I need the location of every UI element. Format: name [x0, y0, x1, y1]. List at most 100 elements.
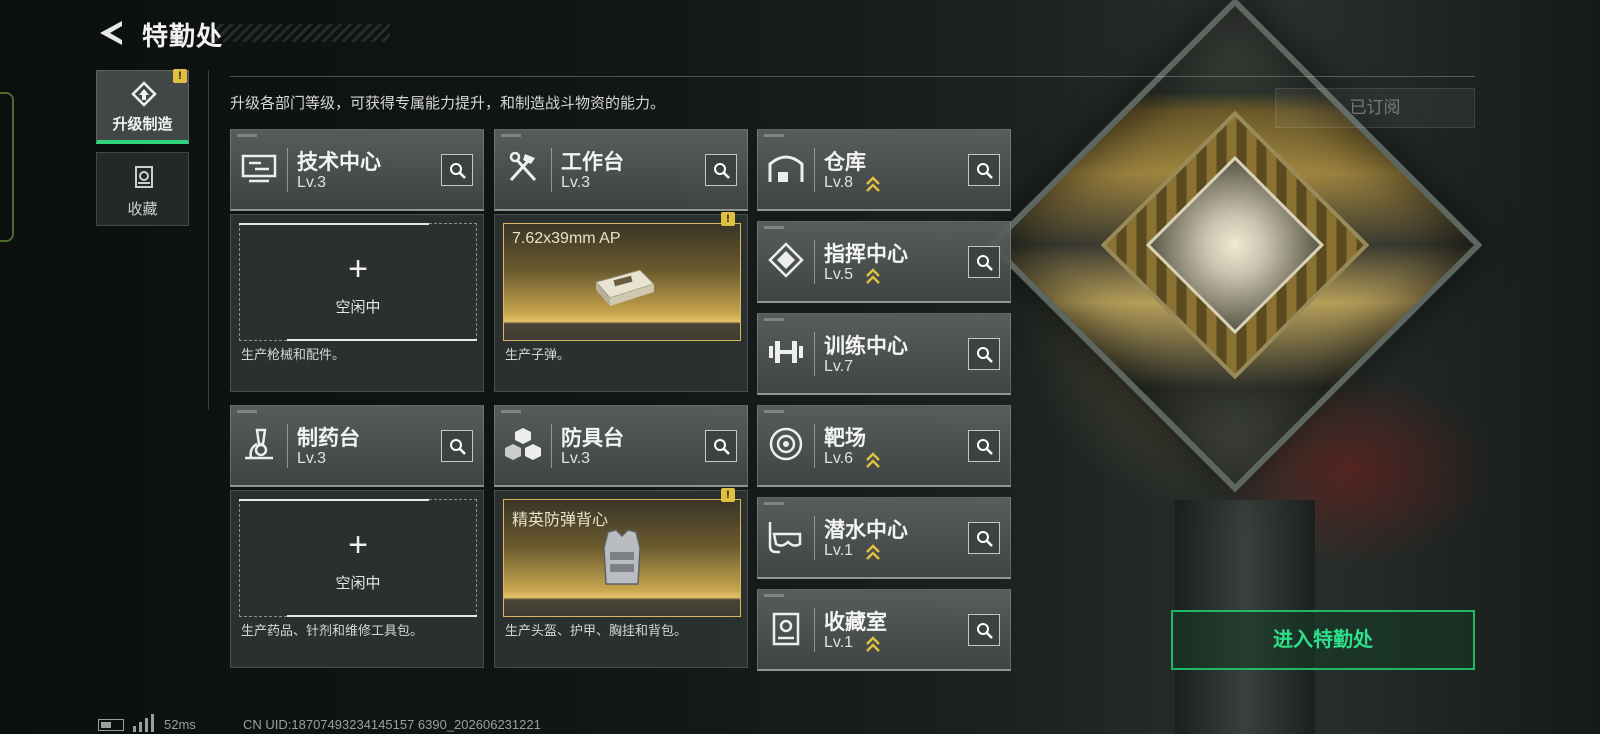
idle-production-slot[interactable]: + 空闲中 [239, 223, 477, 341]
slot-border-accent [287, 339, 477, 341]
dept-level: Lv.3 [561, 450, 591, 467]
dept-name: 工作台 [561, 151, 624, 174]
inspect-button[interactable] [441, 154, 473, 186]
dept-name: 靶场 [824, 427, 866, 450]
warning-badge: ! [721, 212, 735, 226]
body-armor-icon [603, 529, 641, 585]
idle-status: 空闲中 [335, 299, 381, 316]
card-separator [287, 424, 288, 468]
inspect-button[interactable] [968, 614, 1000, 646]
back-arrow-icon[interactable] [96, 18, 126, 48]
search-icon [450, 439, 466, 455]
card-decoration [764, 134, 784, 137]
ammo-box-icon [595, 269, 655, 306]
edge-bracket [0, 92, 14, 242]
add-icon: + [348, 250, 368, 288]
dept-name: 制药台 [297, 427, 360, 450]
inspect-button[interactable] [441, 430, 473, 462]
inspect-button[interactable] [968, 522, 1000, 554]
card-decoration [764, 502, 784, 505]
dept-level: Lv.1 [824, 634, 854, 651]
subscribed-label: 已订阅 [1275, 88, 1475, 128]
dept-card-workbench[interactable]: 工作台 Lv.3 [494, 129, 748, 211]
upgrade-available-icon [866, 636, 880, 652]
dept-card-training-center[interactable]: 训练中心 Lv.7 [757, 313, 1011, 395]
battery-icon [98, 719, 124, 731]
title-decoration [210, 24, 390, 42]
dept-level: Lv.3 [297, 450, 327, 467]
search-icon [977, 439, 993, 455]
search-icon [977, 255, 993, 271]
dept-card-diving-center[interactable]: 潜水中心 Lv.1 [757, 497, 1011, 579]
dept-name: 收藏室 [824, 611, 887, 634]
dept-level: Lv.1 [824, 542, 854, 559]
production-panel-armor: 精英防弹背心 ! 生产头盔、护甲、胸挂和背包。 [494, 488, 748, 668]
inspect-button[interactable] [968, 154, 1000, 186]
card-separator [814, 240, 815, 284]
dept-level: Lv.5 [824, 266, 854, 283]
page-title: 特勤处 [142, 21, 224, 51]
tab-upgrade-craft[interactable]: 升级制造 ! [96, 69, 189, 144]
dept-card-armor-bench[interactable]: 防具台 Lv.3 [494, 405, 748, 487]
dept-card-collection-room[interactable]: 收藏室 Lv.1 [757, 589, 1011, 671]
diving-center-icon [768, 522, 802, 554]
search-icon [977, 531, 993, 547]
production-panel-tech: + 空闲中 生产枪械和配件。 [230, 214, 484, 392]
warning-badge: ! [173, 69, 187, 83]
dept-card-shooting-range[interactable]: 靶场 Lv.6 [757, 405, 1011, 487]
crafting-item-slot[interactable]: 精英防弹背心 [503, 499, 741, 617]
collection-room-icon [772, 612, 800, 646]
training-center-icon [769, 341, 803, 363]
user-uid: CN UID:18707493234145157 6390_2026062312… [243, 717, 541, 732]
upgrade-available-icon [866, 452, 880, 468]
tab-collection[interactable]: 收藏 [96, 152, 189, 226]
dept-level: Lv.7 [824, 358, 854, 375]
slot-border-accent [239, 223, 429, 225]
inspect-button[interactable] [705, 430, 737, 462]
crafting-item-name: 7.62x39mm AP [512, 230, 621, 247]
search-icon [714, 439, 730, 455]
card-decoration [237, 134, 257, 137]
card-separator [814, 424, 815, 468]
tab-upgrade-craft-label: 升级制造 [112, 116, 173, 133]
search-icon [714, 163, 730, 179]
upgrade-available-icon [866, 544, 880, 560]
upgrade-available-icon [866, 268, 880, 284]
dept-name: 训练中心 [824, 335, 908, 358]
command-center-icon [768, 242, 804, 278]
tab-collection-label: 收藏 [127, 201, 158, 218]
dept-card-command-center[interactable]: 指挥中心 Lv.5 [757, 221, 1011, 303]
inspect-button[interactable] [968, 246, 1000, 278]
card-separator [287, 148, 288, 192]
idle-production-slot[interactable]: + 空闲中 [239, 499, 477, 617]
add-icon: + [348, 526, 368, 564]
dept-card-pharmacy[interactable]: 制药台 Lv.3 [230, 405, 484, 487]
page-description: 升级各部门等级，可获得专属能力提升，和制造战斗物资的能力。 [230, 95, 666, 112]
signal-icon [133, 714, 154, 732]
card-separator [551, 148, 552, 192]
production-note: 生产子弹。 [505, 347, 571, 362]
inspect-button[interactable] [968, 338, 1000, 370]
card-separator [814, 608, 815, 652]
ping-readout: 52ms [164, 717, 196, 732]
dept-card-warehouse[interactable]: 仓库 Lv.8 [757, 129, 1011, 211]
slot-border-accent [239, 499, 429, 501]
dept-name: 技术中心 [297, 151, 381, 174]
warehouse-icon [768, 155, 804, 182]
dept-name: 潜水中心 [824, 519, 908, 542]
production-panel-workbench: 7.62x39mm AP ! 生产子弹。 [494, 212, 748, 392]
inspect-button[interactable] [968, 430, 1000, 462]
crafting-item-name: 精英防弹背心 [512, 512, 609, 529]
inspect-button[interactable] [705, 154, 737, 186]
enter-special-ops-button[interactable]: 进入特勤处 [1171, 610, 1475, 670]
card-separator [551, 424, 552, 468]
collection-icon [135, 166, 153, 188]
dept-card-tech-center[interactable]: 技术中心 Lv.3 [230, 129, 484, 211]
search-icon [977, 347, 993, 363]
card-separator [814, 516, 815, 560]
crafting-item-slot[interactable]: 7.62x39mm AP [503, 223, 741, 341]
card-decoration [237, 410, 257, 413]
dept-level: Lv.3 [561, 174, 591, 191]
card-separator [814, 332, 815, 376]
dept-level: Lv.8 [824, 174, 854, 191]
